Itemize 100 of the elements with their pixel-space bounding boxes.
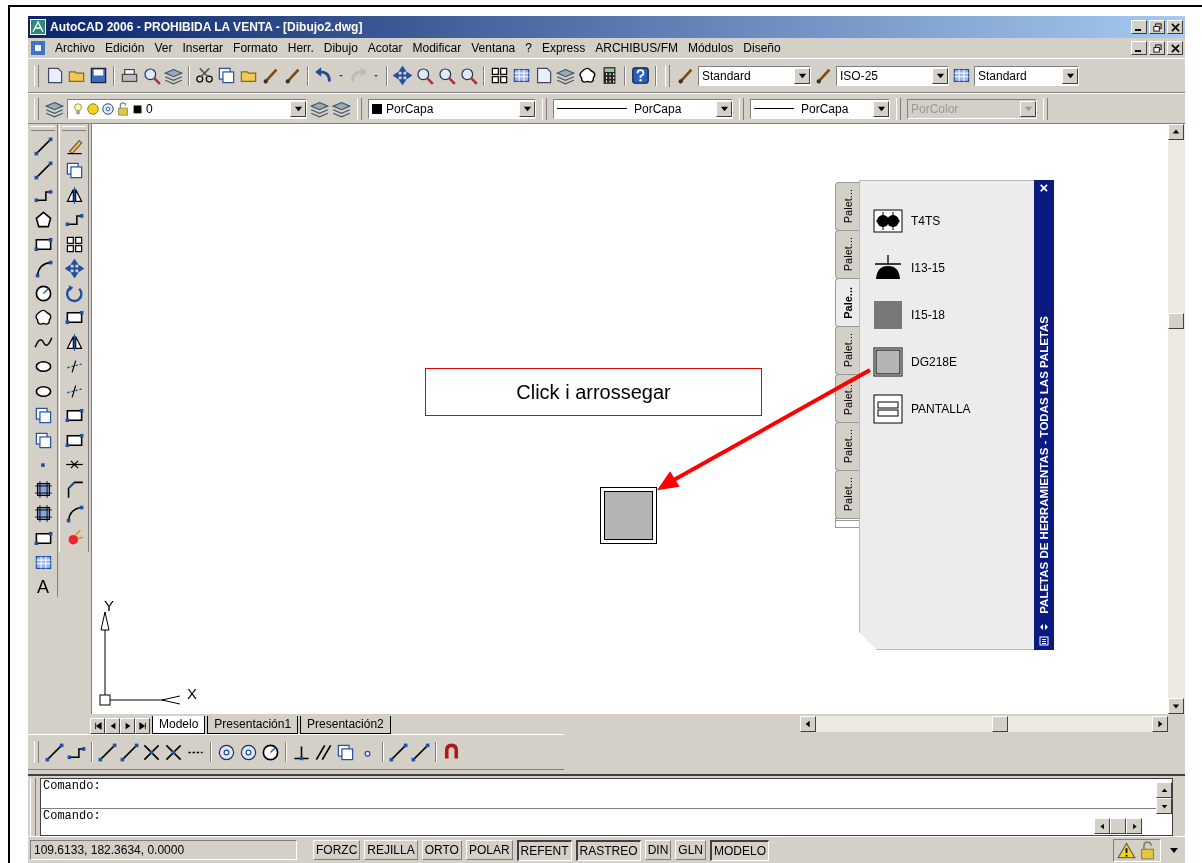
warning-icon[interactable] — [1117, 840, 1136, 860]
caret-icon[interactable] — [1169, 845, 1179, 855]
menu-item[interactable]: Diseño — [738, 41, 786, 55]
circle-icon[interactable] — [261, 742, 280, 762]
palette-tab[interactable]: Palet... — [835, 470, 859, 519]
rotate-icon[interactable] — [64, 283, 84, 303]
menu-item[interactable]: Herr. — [282, 41, 319, 55]
layout-tab[interactable]: Modelo — [152, 716, 206, 734]
cloud-icon[interactable] — [33, 308, 53, 327]
status-toggle[interactable]: GLN — [675, 840, 706, 860]
style-dropdown[interactable]: Standard — [698, 65, 811, 86]
table-icon[interactable] — [512, 66, 531, 85]
line-icon[interactable] — [411, 742, 430, 762]
status-toggle[interactable]: REJILLA — [364, 840, 418, 860]
copy-icon[interactable] — [336, 742, 355, 762]
close-button[interactable] — [1167, 41, 1183, 55]
menu-item[interactable]: Express — [536, 41, 591, 55]
zoom-icon[interactable] — [437, 66, 456, 85]
table-icon[interactable] — [952, 66, 971, 85]
layout-tab[interactable]: Presentación1 — [207, 716, 299, 734]
scroll-thumb[interactable] — [1168, 313, 1184, 329]
scroll-left-button[interactable] — [1094, 818, 1110, 834]
caret-icon[interactable] — [522, 104, 532, 113]
caret-icon[interactable] — [876, 104, 886, 113]
hatch-icon[interactable] — [33, 479, 53, 499]
cross-icon[interactable] — [142, 742, 161, 762]
scroll-thumb[interactable] — [992, 716, 1008, 732]
pentagon-icon[interactable] — [33, 210, 53, 229]
status-toggle[interactable]: RASTREO — [575, 839, 641, 861]
grid-icon[interactable] — [64, 234, 84, 254]
cloud-icon[interactable] — [578, 66, 597, 85]
command-input[interactable]: Comando: — [41, 808, 1172, 835]
line-icon[interactable] — [33, 136, 53, 156]
menu-item[interactable]: Acotar — [362, 41, 408, 55]
caret-icon[interactable] — [935, 71, 945, 80]
status-toggle[interactable]: DIN — [644, 840, 672, 860]
mirror-icon[interactable] — [64, 185, 84, 205]
status-toggle[interactable]: REFENT — [516, 839, 572, 861]
arc-icon[interactable] — [33, 259, 53, 278]
double-bar-icon[interactable] — [873, 393, 903, 424]
rectangle-icon[interactable] — [64, 308, 84, 327]
layers-icon[interactable] — [332, 99, 351, 118]
drawing-canvas[interactable]: Click i arrossegar Y X Palet... Palet... Pale... Palet... Palet... Palet... Palet... T4TS I13-15 I15-18 DG218E PANTALLA × PALETAS DE HERRAMIENTAS - TODAS LAS PALETAS — [92, 124, 1168, 714]
zoom-icon[interactable] — [415, 66, 434, 85]
menu-item[interactable]: Edición — [100, 41, 150, 55]
copy-icon[interactable] — [33, 406, 53, 425]
new-file-icon[interactable] — [45, 66, 64, 85]
move-icon[interactable] — [64, 259, 84, 278]
tab-navigation-button[interactable] — [120, 718, 135, 734]
palette-tab[interactable]: Pale... — [835, 278, 859, 327]
restore-button[interactable] — [1149, 41, 1165, 55]
palette-item-label[interactable]: I13-15 — [911, 260, 946, 275]
scissors-icon[interactable] — [195, 66, 214, 85]
mirror-icon[interactable] — [64, 332, 84, 352]
scroll-right-button[interactable] — [1152, 716, 1168, 732]
scroll-up-button[interactable] — [1168, 124, 1184, 140]
copy-icon[interactable] — [33, 430, 53, 450]
circle-icon[interactable] — [33, 283, 53, 303]
framed-square-icon[interactable] — [873, 346, 903, 377]
copy-icon[interactable] — [217, 66, 236, 85]
printer-icon[interactable] — [120, 66, 139, 85]
list-icon[interactable] — [1039, 636, 1049, 646]
line-icon[interactable] — [98, 742, 117, 762]
line-icon[interactable] — [120, 742, 139, 762]
hatch-icon[interactable] — [33, 504, 53, 523]
scroll-thumb[interactable] — [1110, 818, 1126, 834]
tab-navigation-button[interactable] — [135, 718, 150, 734]
square-icon[interactable] — [873, 299, 903, 330]
layers-icon[interactable] — [164, 66, 183, 85]
grid-icon[interactable] — [490, 66, 509, 85]
new-file-icon[interactable] — [534, 66, 553, 85]
status-toggle[interactable]: POLAR — [465, 840, 513, 860]
layers-icon[interactable] — [556, 66, 575, 85]
menu-item[interactable]: ARCHIBUS/FM — [590, 41, 683, 55]
layer-dropdown[interactable]: 0 — [67, 98, 307, 119]
line-icon[interactable] — [45, 742, 64, 762]
scroll-right-button[interactable] — [1126, 818, 1142, 834]
status-toggle[interactable]: MODELO — [710, 839, 769, 861]
palette-tab[interactable]: Palet... — [835, 182, 859, 231]
palette-tab[interactable]: Palet... — [835, 230, 859, 279]
menu-item[interactable]: Módulos — [682, 41, 739, 55]
vertical-scrollbar[interactable] — [1168, 124, 1185, 714]
caret-icon[interactable] — [293, 104, 303, 113]
brush-icon[interactable] — [676, 66, 695, 85]
menu-item[interactable]: ? — [520, 41, 537, 55]
menu-item[interactable]: Modificar — [407, 41, 467, 55]
brush-icon[interactable] — [814, 66, 833, 85]
status-toggle[interactable]: ORTO — [421, 840, 462, 860]
layout-tab[interactable]: Presentación2 — [300, 716, 391, 734]
move-icon[interactable] — [393, 66, 412, 85]
style-dropdown[interactable]: Standard — [974, 65, 1079, 86]
restore-button[interactable] — [1149, 20, 1165, 34]
parallel-lines-icon[interactable] — [314, 742, 333, 762]
palette-tab[interactable]: Palet... — [835, 422, 859, 471]
scroll-left-button[interactable] — [800, 716, 816, 732]
zoom-icon[interactable] — [459, 66, 478, 85]
status-toggle[interactable]: FORZC — [313, 840, 361, 860]
palette-item-label[interactable]: PANTALLA — [911, 401, 971, 416]
zoom-icon[interactable] — [142, 66, 161, 85]
cross-icon[interactable] — [164, 742, 183, 762]
